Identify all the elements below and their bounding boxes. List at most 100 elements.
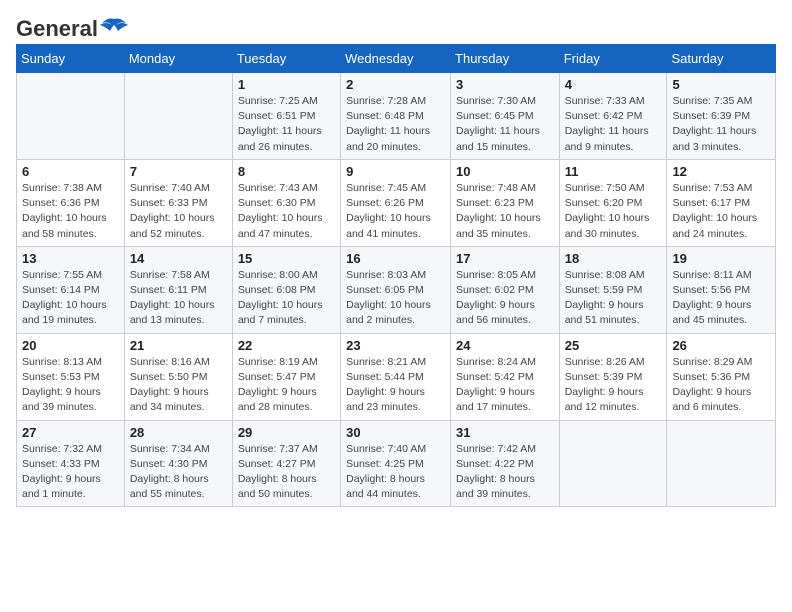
calendar-cell: 25 Sunrise: 8:26 AMSunset: 5:39 PMDayligh… (559, 333, 667, 420)
day-info: Sunrise: 7:42 AMSunset: 4:22 PMDaylight:… (456, 442, 554, 503)
day-number: 15 (238, 251, 335, 266)
day-info: Sunrise: 7:53 AMSunset: 6:17 PMDaylight:… (672, 181, 770, 242)
weekday-header-monday: Monday (124, 45, 232, 73)
day-info: Sunrise: 7:40 AMSunset: 4:25 PMDaylight:… (346, 442, 445, 503)
calendar-cell: 4 Sunrise: 7:33 AMSunset: 6:42 PMDaylight… (559, 73, 667, 160)
calendar-cell (559, 420, 667, 507)
day-info: Sunrise: 8:16 AMSunset: 5:50 PMDaylight:… (130, 355, 227, 416)
day-number: 27 (22, 425, 119, 440)
day-number: 16 (346, 251, 445, 266)
calendar-cell: 18Sunrise: 8:08 AMSunset: 5:59 PMDayligh… (559, 246, 667, 333)
calendar-cell: 26 Sunrise: 8:29 AMSunset: 5:36 PMDayligh… (667, 333, 776, 420)
day-number: 10 (456, 164, 554, 179)
weekday-header-friday: Friday (559, 45, 667, 73)
day-info: Sunrise: 7:55 AMSunset: 6:14 PMDaylight:… (22, 268, 119, 329)
day-number: 9 (346, 164, 445, 179)
calendar-cell: 11 Sunrise: 7:50 AMSunset: 6:20 PMDayligh… (559, 159, 667, 246)
day-number: 2 (346, 77, 445, 92)
day-info: Sunrise: 7:25 AMSunset: 6:51 PMDaylight:… (238, 94, 335, 155)
calendar-cell: 14 Sunrise: 7:58 AMSunset: 6:11 PMDayligh… (124, 246, 232, 333)
day-number: 1 (238, 77, 335, 92)
day-number: 23 (346, 338, 445, 353)
day-info: Sunrise: 8:19 AMSunset: 5:47 PMDaylight:… (238, 355, 335, 416)
calendar-week-row: 27Sunrise: 7:32 AMSunset: 4:33 PMDayligh… (17, 420, 776, 507)
day-info: Sunrise: 7:58 AMSunset: 6:11 PMDaylight:… (130, 268, 227, 329)
weekday-header-thursday: Thursday (451, 45, 560, 73)
calendar-cell: 3 Sunrise: 7:30 AMSunset: 6:45 PMDaylight… (451, 73, 560, 160)
day-info: Sunrise: 7:50 AMSunset: 6:20 PMDaylight:… (565, 181, 662, 242)
day-number: 12 (672, 164, 770, 179)
day-info: Sunrise: 8:11 AMSunset: 5:56 PMDaylight:… (672, 268, 770, 329)
calendar-cell: 21 Sunrise: 8:16 AMSunset: 5:50 PMDayligh… (124, 333, 232, 420)
calendar-cell: 17 Sunrise: 8:05 AMSunset: 6:02 PMDayligh… (451, 246, 560, 333)
calendar-cell (17, 73, 125, 160)
calendar-cell: 15 Sunrise: 8:00 AMSunset: 6:08 PMDayligh… (232, 246, 340, 333)
day-number: 25 (565, 338, 662, 353)
calendar-cell: 20 Sunrise: 8:13 AMSunset: 5:53 PMDayligh… (17, 333, 125, 420)
day-info: Sunrise: 8:05 AMSunset: 6:02 PMDaylight:… (456, 268, 554, 329)
calendar-cell: 12 Sunrise: 7:53 AMSunset: 6:17 PMDayligh… (667, 159, 776, 246)
day-number: 29 (238, 425, 335, 440)
calendar-cell: 6Sunrise: 7:38 AMSunset: 6:36 PMDaylight… (17, 159, 125, 246)
day-number: 26 (672, 338, 770, 353)
calendar-cell: 28 Sunrise: 7:34 AMSunset: 4:30 PMDayligh… (124, 420, 232, 507)
calendar-cell: 31 Sunrise: 7:42 AMSunset: 4:22 PMDayligh… (451, 420, 560, 507)
calendar-cell: 7 Sunrise: 7:40 AMSunset: 6:33 PMDaylight… (124, 159, 232, 246)
day-number: 30 (346, 425, 445, 440)
day-number: 19 (672, 251, 770, 266)
calendar-cell: 19 Sunrise: 8:11 AMSunset: 5:56 PMDayligh… (667, 246, 776, 333)
day-info: Sunrise: 7:43 AMSunset: 6:30 PMDaylight:… (238, 181, 335, 242)
day-info: Sunrise: 8:00 AMSunset: 6:08 PMDaylight:… (238, 268, 335, 329)
day-info: Sunrise: 8:03 AMSunset: 6:05 PMDaylight:… (346, 268, 445, 329)
calendar-cell: 22 Sunrise: 8:19 AMSunset: 5:47 PMDayligh… (232, 333, 340, 420)
day-info: Sunrise: 8:13 AMSunset: 5:53 PMDaylight:… (22, 355, 119, 416)
calendar-week-row: 20 Sunrise: 8:13 AMSunset: 5:53 PMDayligh… (17, 333, 776, 420)
calendar-cell: 10 Sunrise: 7:48 AMSunset: 6:23 PMDayligh… (451, 159, 560, 246)
day-number: 31 (456, 425, 554, 440)
day-info: Sunrise: 7:30 AMSunset: 6:45 PMDaylight:… (456, 94, 554, 155)
day-info: Sunrise: 7:33 AMSunset: 6:42 PMDaylight:… (565, 94, 662, 155)
calendar-cell: 9 Sunrise: 7:45 AMSunset: 6:26 PMDaylight… (341, 159, 451, 246)
day-number: 7 (130, 164, 227, 179)
day-info: Sunrise: 7:48 AMSunset: 6:23 PMDaylight:… (456, 181, 554, 242)
day-number: 21 (130, 338, 227, 353)
page-header: General (16, 16, 776, 36)
day-number: 4 (565, 77, 662, 92)
day-number: 22 (238, 338, 335, 353)
day-number: 14 (130, 251, 227, 266)
day-number: 11 (565, 164, 662, 179)
calendar-cell: 8 Sunrise: 7:43 AMSunset: 6:30 PMDaylight… (232, 159, 340, 246)
calendar-cell (124, 73, 232, 160)
day-info: Sunrise: 7:28 AMSunset: 6:48 PMDaylight:… (346, 94, 445, 155)
weekday-header-saturday: Saturday (667, 45, 776, 73)
calendar-cell: 13Sunrise: 7:55 AMSunset: 6:14 PMDayligh… (17, 246, 125, 333)
day-number: 8 (238, 164, 335, 179)
logo: General (16, 16, 128, 36)
day-number: 3 (456, 77, 554, 92)
calendar-week-row: 13Sunrise: 7:55 AMSunset: 6:14 PMDayligh… (17, 246, 776, 333)
day-number: 20 (22, 338, 119, 353)
calendar-cell: 5Sunrise: 7:35 AMSunset: 6:39 PMDaylight… (667, 73, 776, 160)
calendar-cell: 16 Sunrise: 8:03 AMSunset: 6:05 PMDayligh… (341, 246, 451, 333)
day-info: Sunrise: 8:08 AMSunset: 5:59 PMDaylight:… (565, 268, 662, 329)
calendar-cell: 27Sunrise: 7:32 AMSunset: 4:33 PMDayligh… (17, 420, 125, 507)
calendar-cell: 30 Sunrise: 7:40 AMSunset: 4:25 PMDayligh… (341, 420, 451, 507)
day-info: Sunrise: 8:29 AMSunset: 5:36 PMDaylight:… (672, 355, 770, 416)
calendar-header-row: SundayMondayTuesdayWednesdayThursdayFrid… (17, 45, 776, 73)
logo-bird-icon (100, 17, 128, 37)
calendar-week-row: 6Sunrise: 7:38 AMSunset: 6:36 PMDaylight… (17, 159, 776, 246)
day-number: 28 (130, 425, 227, 440)
day-number: 5 (672, 77, 770, 92)
day-info: Sunrise: 7:34 AMSunset: 4:30 PMDaylight:… (130, 442, 227, 503)
day-number: 17 (456, 251, 554, 266)
day-info: Sunrise: 8:26 AMSunset: 5:39 PMDaylight:… (565, 355, 662, 416)
calendar-cell: 24Sunrise: 8:24 AMSunset: 5:42 PMDayligh… (451, 333, 560, 420)
calendar-cell: 23Sunrise: 8:21 AMSunset: 5:44 PMDayligh… (341, 333, 451, 420)
day-info: Sunrise: 7:45 AMSunset: 6:26 PMDaylight:… (346, 181, 445, 242)
day-number: 6 (22, 164, 119, 179)
day-info: Sunrise: 7:40 AMSunset: 6:33 PMDaylight:… (130, 181, 227, 242)
calendar-table: SundayMondayTuesdayWednesdayThursdayFrid… (16, 44, 776, 507)
weekday-header-tuesday: Tuesday (232, 45, 340, 73)
calendar-body: 1 Sunrise: 7:25 AMSunset: 6:51 PMDaylight… (17, 73, 776, 507)
calendar-cell: 2 Sunrise: 7:28 AMSunset: 6:48 PMDaylight… (341, 73, 451, 160)
